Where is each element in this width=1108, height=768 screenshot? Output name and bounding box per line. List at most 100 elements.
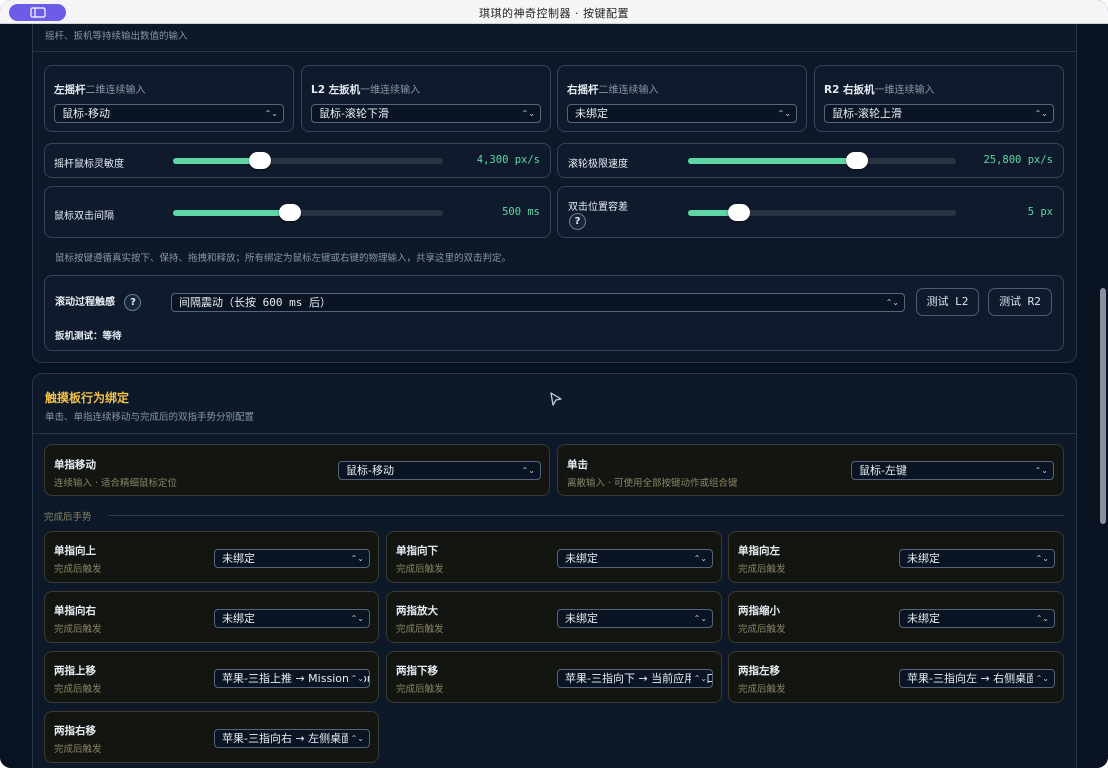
gesture-select[interactable]: 未绑定 ⌃⌄	[557, 609, 713, 628]
gesture-name: 单指向下	[396, 545, 438, 557]
scrollbar-thumb[interactable]	[1100, 288, 1106, 524]
help-icon[interactable]: ?	[569, 213, 586, 230]
gesture-name: 两指左移	[738, 665, 780, 677]
stick-sensitivity-slider[interactable]	[173, 152, 443, 169]
chevron-updown-icon: ⌃⌄	[347, 550, 364, 567]
gesture-select[interactable]: 未绑定 ⌃⌄	[214, 609, 370, 628]
input-card-r2: R2 右扳机一维连续输入 鼠标-滚轮上滑 ⌃⌄	[814, 65, 1064, 132]
gesture-name: 单指向上	[54, 545, 96, 557]
scroll-speed-slider[interactable]	[688, 152, 956, 169]
divider	[33, 433, 1076, 434]
chevron-updown-icon: ⌃⌄	[261, 105, 278, 122]
test-l2-button[interactable]: 测试 L2	[916, 288, 979, 316]
slider-card-stick-sensitivity: 摇杆鼠标灵敏度 4,300 px/s	[44, 143, 551, 178]
chevron-updown-icon: ⌃⌄	[690, 610, 707, 627]
slider-card-double-click-interval: 鼠标双击间隔 500 ms	[44, 186, 551, 238]
input-label: R2 右扳机一维连续输入	[824, 84, 935, 96]
input-card-l2: L2 左扳机一维连续输入 鼠标-滚轮下滑 ⌃⌄	[301, 65, 551, 132]
gesture-select[interactable]: 未绑定 ⌃⌄	[899, 609, 1055, 628]
window-title: 琪琪的神奇控制器 · 按键配置	[479, 7, 629, 20]
chevron-updown-icon: ⌃⌄	[1032, 670, 1049, 687]
slider-label: 摇杆鼠标灵敏度	[54, 159, 124, 170]
gesture-desc: 完成后触发	[396, 624, 444, 635]
title-bar: 琪琪的神奇控制器 · 按键配置	[0, 0, 1108, 24]
panel-subtitle: 摇杆、扳机等持续输出数值的输入	[45, 31, 188, 42]
chevron-updown-icon: ⌃⌄	[1031, 105, 1048, 122]
slider-fill	[688, 158, 858, 164]
app-window: 琪琪的神奇控制器 · 按键配置 摇杆、扳机等持续输出数值的输入 左摇杆二维连续输…	[0, 0, 1108, 768]
chevron-updown-icon: ⌃⌄	[690, 550, 707, 567]
gesture-select[interactable]: 苹果-三指向右 → 左侧桌面 ⌃⌄	[214, 729, 370, 748]
slider-thumb[interactable]	[728, 204, 750, 221]
gesture-card-single-right: 单指向右 完成后触发 未绑定 ⌃⌄	[44, 591, 379, 643]
gesture-desc: 完成后触发	[54, 684, 102, 695]
single-tap-select[interactable]: 鼠标-左键 ⌃⌄	[851, 461, 1054, 480]
gesture-desc: 完成后触发	[396, 684, 444, 695]
touchpad-card-single-tap: 单击 离散输入 · 可使用全部按键动作或组合键 鼠标-左键 ⌃⌄	[557, 444, 1064, 496]
right-stick-binding-select[interactable]: 未绑定 ⌃⌄	[567, 104, 797, 123]
gesture-select[interactable]: 苹果-三指上推 → Mission Control⌃⌄	[214, 669, 370, 688]
gesture-select[interactable]: 未绑定 ⌃⌄	[214, 549, 370, 568]
double-click-tolerance-slider[interactable]	[688, 204, 956, 221]
slider-thumb[interactable]	[249, 152, 271, 169]
gesture-desc: 完成后触发	[738, 624, 786, 635]
gesture-desc: 完成后触发	[54, 564, 102, 575]
gesture-name: 单指向右	[54, 605, 96, 617]
double-click-interval-slider[interactable]	[173, 204, 443, 221]
slider-label: 双击位置容差	[568, 202, 628, 213]
slider-value: 4,300 px/s	[476, 154, 540, 166]
slider-label: 滚轮极限速度	[568, 159, 628, 170]
haptics-select[interactable]: 间隔震动（长按 600 ms 后） ⌃⌄	[171, 293, 905, 312]
divider	[33, 51, 1076, 52]
gesture-name: 两指缩小	[738, 605, 780, 617]
binding-desc: 连续输入 · 适合精细鼠标定位	[54, 478, 178, 489]
gesture-desc: 完成后触发	[738, 564, 786, 575]
chevron-updown-icon: ⌃⌄	[1031, 462, 1048, 479]
r2-binding-select[interactable]: 鼠标-滚轮上滑 ⌃⌄	[824, 104, 1054, 123]
test-r2-button[interactable]: 测试 R2	[988, 288, 1052, 316]
gesture-select[interactable]: 未绑定 ⌃⌄	[899, 549, 1055, 568]
chevron-updown-icon: ⌃⌄	[1032, 610, 1049, 627]
gesture-select[interactable]: 苹果-三指向左 → 右侧桌面 ⌃⌄	[899, 669, 1055, 688]
slider-value: 5 px	[1027, 206, 1053, 218]
gesture-card-two-up: 两指上移 完成后触发 苹果-三指上推 → Mission Control⌃⌄	[44, 651, 379, 703]
gesture-select[interactable]: 未绑定 ⌃⌄	[557, 549, 713, 568]
binding-name: 单击	[567, 459, 588, 471]
help-icon[interactable]: ?	[124, 293, 142, 311]
l2-binding-select[interactable]: 鼠标-滚轮下滑 ⌃⌄	[311, 104, 541, 123]
touchpad-title: 触摸板行为绑定	[45, 391, 130, 405]
gesture-card-single-down: 单指向下 完成后触发 未绑定 ⌃⌄	[386, 531, 722, 583]
gesture-name: 两指右移	[54, 725, 96, 737]
gesture-name: 两指上移	[54, 665, 96, 677]
slider-value: 500 ms	[502, 206, 540, 218]
touchpad-subtitle: 单击、单指连续移动与完成后的双指手势分别配置	[45, 412, 255, 423]
main-content: 摇杆、扳机等持续输出数值的输入 左摇杆二维连续输入 鼠标-移动 ⌃⌄ L2 左扳机…	[0, 24, 1108, 768]
slider-card-double-click-tolerance: 双击位置容差 ? 5 px	[557, 186, 1064, 238]
single-finger-move-select[interactable]: 鼠标-移动 ⌃⌄	[338, 461, 541, 480]
binding-name: 单指移动	[54, 459, 96, 471]
slider-thumb[interactable]	[846, 152, 868, 169]
chevron-updown-icon: ⌃⌄	[1032, 550, 1049, 567]
slider-thumb[interactable]	[279, 204, 301, 221]
trigger-test-status: 扳机测试：等待	[55, 331, 122, 342]
gesture-desc: 完成后触发	[54, 744, 102, 755]
chevron-updown-icon: ⌃⌄	[774, 105, 791, 122]
gesture-desc: 完成后触发	[738, 684, 786, 695]
haptics-card: 滚动过程触感 ? 间隔震动（长按 600 ms 后） ⌃⌄ 测试 L2 测试 R2…	[44, 275, 1064, 351]
input-card-right-stick: 右摇杆二维连续输入 未绑定 ⌃⌄	[557, 65, 807, 132]
cursor-icon	[550, 392, 562, 406]
gesture-desc: 完成后触发	[54, 624, 102, 635]
chevron-updown-icon: ⌃⌄	[882, 294, 899, 311]
left-stick-binding-select[interactable]: 鼠标-移动 ⌃⌄	[54, 104, 284, 123]
gesture-card-two-right: 两指右移 完成后触发 苹果-三指向右 → 左侧桌面 ⌃⌄	[44, 711, 379, 763]
divider	[108, 515, 1064, 516]
chevron-updown-icon: ⌃⌄	[518, 462, 535, 479]
slider-fill	[173, 158, 260, 164]
chevron-updown-icon: ⌃⌄	[347, 610, 364, 627]
gesture-card-two-zoom-out: 两指缩小 完成后触发 未绑定 ⌃⌄	[728, 591, 1064, 643]
input-label: 右摇杆二维连续输入	[567, 84, 659, 96]
gesture-section-header: 完成后手势	[44, 512, 92, 523]
input-card-left-stick: 左摇杆二维连续输入 鼠标-移动 ⌃⌄	[44, 65, 294, 132]
binding-desc: 离散输入 · 可使用全部按键动作或组合键	[567, 478, 738, 489]
gesture-select[interactable]: 苹果-三指向下 → 当前应用窗口 ⌃⌄	[557, 669, 713, 688]
